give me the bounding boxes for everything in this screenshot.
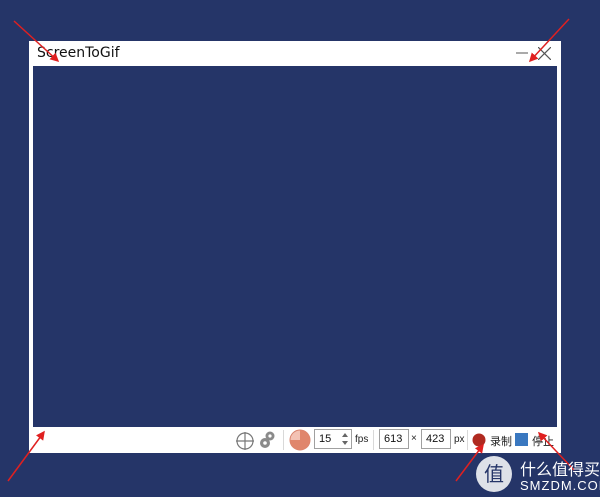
pie-clock-icon <box>289 429 311 451</box>
watermark-logo: 值 <box>476 456 512 492</box>
stop-icon <box>515 433 528 446</box>
record-icon <box>472 433 486 447</box>
snap-to-window-button[interactable] <box>235 431 255 454</box>
frequency-button[interactable] <box>289 429 311 454</box>
bottom-toolbar: 15 fps 613 × 423 px 录制 停止 <box>29 427 561 453</box>
close-icon <box>538 47 551 60</box>
minimize-icon <box>516 52 528 54</box>
toolbar-divider <box>467 430 468 450</box>
stop-button[interactable]: 停止 <box>515 432 559 448</box>
options-button[interactable] <box>259 430 277 453</box>
toolbar-divider <box>373 430 374 450</box>
screentogif-window: ScreenToGif 15 fps 613 × 423 px 录制 停止 <box>29 41 561 453</box>
record-label: 录制 <box>490 436 512 448</box>
minimize-button[interactable] <box>511 41 533 65</box>
capture-region[interactable] <box>33 66 557 427</box>
height-value: 423 <box>426 433 445 445</box>
record-button[interactable]: 录制 <box>472 432 514 448</box>
watermark-en-text: SMZDM.COM <box>520 478 600 493</box>
px-unit-label: px <box>454 434 465 445</box>
height-input[interactable]: 423 <box>421 429 451 449</box>
close-button[interactable] <box>533 41 555 65</box>
gears-icon <box>260 431 275 448</box>
title-bar[interactable]: ScreenToGif <box>29 41 561 66</box>
watermark-cn-text: 什么值得买 <box>520 462 600 479</box>
fps-unit-label: fps <box>355 434 369 445</box>
fps-stepper[interactable] <box>341 430 349 448</box>
fps-input[interactable]: 15 <box>314 429 352 449</box>
times-label: × <box>411 433 417 444</box>
toolbar-divider <box>283 430 284 450</box>
width-input[interactable]: 613 <box>379 429 409 449</box>
crosshair-icon <box>236 432 254 450</box>
stop-label: 停止 <box>532 436 554 448</box>
fps-value: 15 <box>319 433 332 445</box>
width-value: 613 <box>384 433 403 445</box>
window-title: ScreenToGif <box>37 45 120 61</box>
watermark: 值 什么值得买 SMZDM.COM <box>476 454 600 497</box>
